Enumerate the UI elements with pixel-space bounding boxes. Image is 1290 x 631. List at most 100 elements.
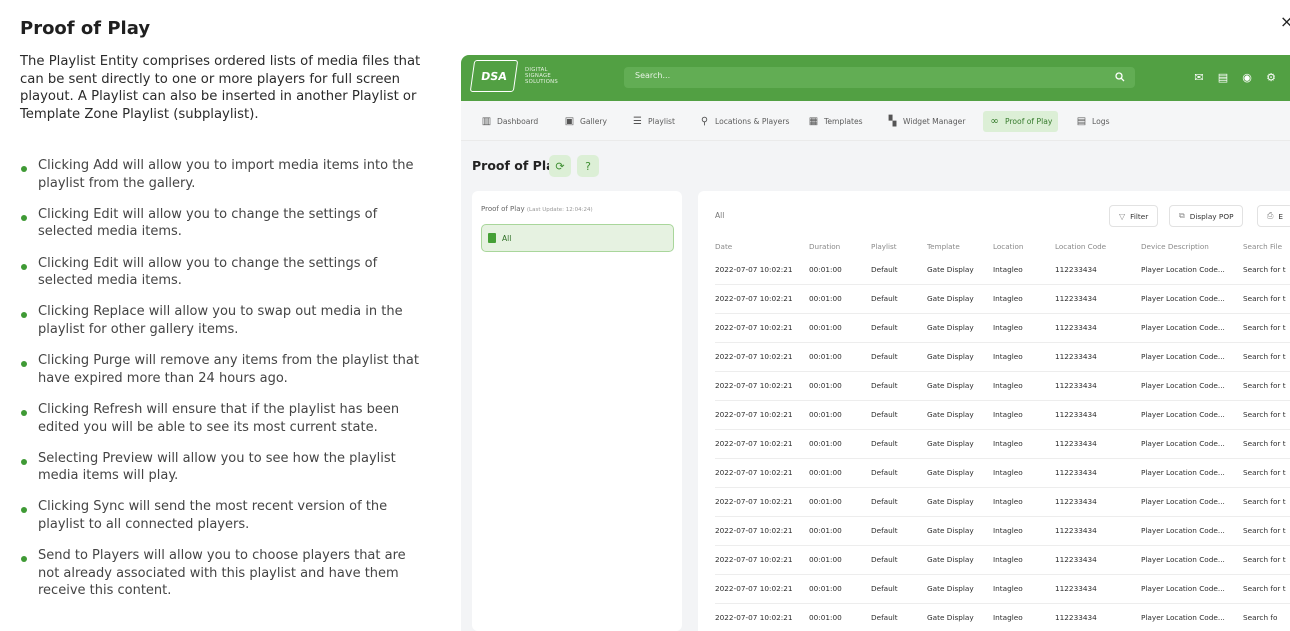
col-device-description[interactable]: Device Description [1141, 237, 1243, 255]
table-row[interactable]: 2022-07-07 10:02:21 00:01:00 Default Gate D… [715, 603, 1290, 631]
display-pop-button[interactable]: ⧉ Display POP [1169, 205, 1244, 227]
table-cell: 00:01:00 [809, 400, 871, 430]
table-cell: Gate Display [927, 400, 993, 430]
file-icon [488, 233, 496, 243]
table-row[interactable]: 2022-07-07 10:02:21 00:01:00 Default Gate D… [715, 400, 1290, 430]
nav-templates[interactable]: ▦ Templates [802, 111, 869, 132]
display-icon: ⧉ [1179, 211, 1185, 220]
table-cell: Player Location Code... [1141, 574, 1243, 604]
table-cell: 112233434 [1055, 545, 1141, 575]
table-cell: Default [871, 429, 927, 459]
question-icon: ? [585, 159, 591, 173]
table-cell: Gate Display [927, 516, 993, 546]
table-cell: 112233434 [1055, 284, 1141, 314]
export-button[interactable]: ⎙ E [1257, 205, 1290, 227]
table-cell: Player Location Code... [1141, 342, 1243, 372]
table-row[interactable]: 2022-07-07 10:02:21 00:01:00 Default Gate D… [715, 574, 1290, 604]
table-cell: Default [871, 574, 927, 604]
table-cell: 00:01:00 [809, 516, 871, 546]
close-icon[interactable]: × [1280, 12, 1290, 31]
table-cell: 00:01:00 [809, 313, 871, 343]
table-cell: 2022-07-07 10:02:21 [715, 255, 809, 285]
table-cell: Gate Display [927, 255, 993, 285]
table-cell: Intagleo [993, 284, 1055, 314]
table-cell: Intagleo [993, 313, 1055, 343]
col-location-code[interactable]: Location Code [1055, 237, 1141, 255]
table-row[interactable]: 2022-07-07 10:02:21 00:01:00 Default Gate D… [715, 313, 1290, 343]
col-location[interactable]: Location [993, 237, 1055, 255]
bullet-dot-icon [21, 458, 27, 465]
table-cell: 00:01:00 [809, 487, 871, 517]
main-nav: ▥ Dashboard ▣ Gallery ☰ Playlist ⚲ Locations… [461, 101, 1290, 141]
nav-playlist[interactable]: ☰ Playlist [626, 111, 681, 132]
table-row[interactable]: 2022-07-07 10:02:21 00:01:00 Default Gate D… [715, 255, 1290, 285]
help-page: Proof of Play × The Playlist Entity comp… [0, 0, 1290, 631]
table-row[interactable]: 2022-07-07 10:02:21 00:01:00 Default Gate D… [715, 342, 1290, 372]
table-cell: 112233434 [1055, 574, 1141, 604]
col-template[interactable]: Template [927, 237, 993, 255]
table-row[interactable]: 2022-07-07 10:02:21 00:01:00 Default Gate D… [715, 284, 1290, 314]
last-update: (Last Update: 12:04:24) [526, 207, 593, 213]
table-cell: 112233434 [1055, 400, 1141, 430]
table-cell: 00:01:00 [809, 545, 871, 575]
table-cell: Search for t [1243, 545, 1290, 575]
globe-icon[interactable]: ◉ [1240, 70, 1254, 84]
table-cell: Intagleo [993, 545, 1055, 575]
col-search-file[interactable]: Search File [1243, 237, 1290, 255]
nav-proof-of-play[interactable]: ∞ Proof of Play [983, 111, 1059, 132]
table-cell: Gate Display [927, 545, 993, 575]
bullet-dot-icon [21, 312, 27, 319]
refresh-button[interactable]: ⟳ [549, 155, 571, 177]
playlist-icon: ☰ [633, 116, 642, 127]
nav-widget-manager[interactable]: ▚ Widget Manager [881, 111, 971, 132]
table-cell: Search for t [1243, 371, 1290, 401]
help-button[interactable]: ? [577, 155, 599, 177]
table-row[interactable]: 2022-07-07 10:02:21 00:01:00 Default Gate D… [715, 429, 1290, 459]
nav-locations-players[interactable]: ⚲ Locations & Players [693, 111, 795, 132]
mail-icon[interactable]: ✉ [1192, 70, 1206, 84]
table-cell: Default [871, 516, 927, 546]
search-input[interactable]: Search... [624, 67, 1135, 88]
table-cell: Default [871, 487, 927, 517]
document-icon[interactable]: ▤ [1216, 70, 1230, 84]
help-bullet: Clicking Refresh will ensure that if the… [20, 401, 430, 436]
table-row[interactable]: 2022-07-07 10:02:21 00:01:00 Default Gate D… [715, 516, 1290, 546]
widget-icon: ▚ [888, 116, 897, 127]
table-cell: Player Location Code... [1141, 371, 1243, 401]
table-cell: 00:01:00 [809, 342, 871, 372]
help-bullet: Clicking Purge will remove any items fro… [20, 352, 430, 387]
app-screenshot: DSA DIGITAL SIGNAGE SOLUTIONS Search... … [461, 55, 1290, 631]
help-bullet: Clicking Add will allow you to import me… [20, 157, 430, 192]
table-cell: 00:01:00 [809, 255, 871, 285]
filter-item-all[interactable]: All [481, 224, 674, 252]
table-cell: 2022-07-07 10:02:21 [715, 487, 809, 517]
gear-icon[interactable]: ⚙ [1264, 70, 1278, 84]
results-panel: All ▽ Filter ⧉ Display POP ⎙ E Date Duratio… [698, 191, 1290, 631]
table-cell: 112233434 [1055, 429, 1141, 459]
col-playlist[interactable]: Playlist [871, 237, 927, 255]
bullet-dot-icon [21, 507, 27, 514]
export-icon: ⎙ [1267, 211, 1274, 220]
filter-panel-title: Proof of Play (Last Update: 12:04:24) [481, 205, 593, 213]
table-cell: Intagleo [993, 487, 1055, 517]
table-row[interactable]: 2022-07-07 10:02:21 00:01:00 Default Gate D… [715, 458, 1290, 488]
col-date[interactable]: Date [715, 237, 809, 255]
table-row[interactable]: 2022-07-07 10:02:21 00:01:00 Default Gate D… [715, 487, 1290, 517]
table-row[interactable]: 2022-07-07 10:02:21 00:01:00 Default Gate D… [715, 371, 1290, 401]
filter-button[interactable]: ▽ Filter [1109, 205, 1159, 227]
nav-gallery[interactable]: ▣ Gallery [558, 111, 613, 132]
table-row[interactable]: 2022-07-07 10:02:21 00:01:00 Default Gate D… [715, 545, 1290, 575]
nav-logs[interactable]: ▤ Logs [1070, 111, 1116, 132]
search-icon[interactable] [1115, 72, 1125, 82]
col-duration[interactable]: Duration [809, 237, 871, 255]
table-cell: Search for t [1243, 516, 1290, 546]
table-cell: 112233434 [1055, 458, 1141, 488]
table-cell: 00:01:00 [809, 429, 871, 459]
table-cell: Player Location Code... [1141, 487, 1243, 517]
table-cell: 112233434 [1055, 371, 1141, 401]
table-cell: 112233434 [1055, 603, 1141, 631]
app-topbar: DSA DIGITAL SIGNAGE SOLUTIONS Search... … [461, 55, 1290, 101]
table-cell: Default [871, 603, 927, 631]
table-cell: Player Location Code... [1141, 545, 1243, 575]
nav-dashboard[interactable]: ▥ Dashboard [475, 111, 544, 132]
